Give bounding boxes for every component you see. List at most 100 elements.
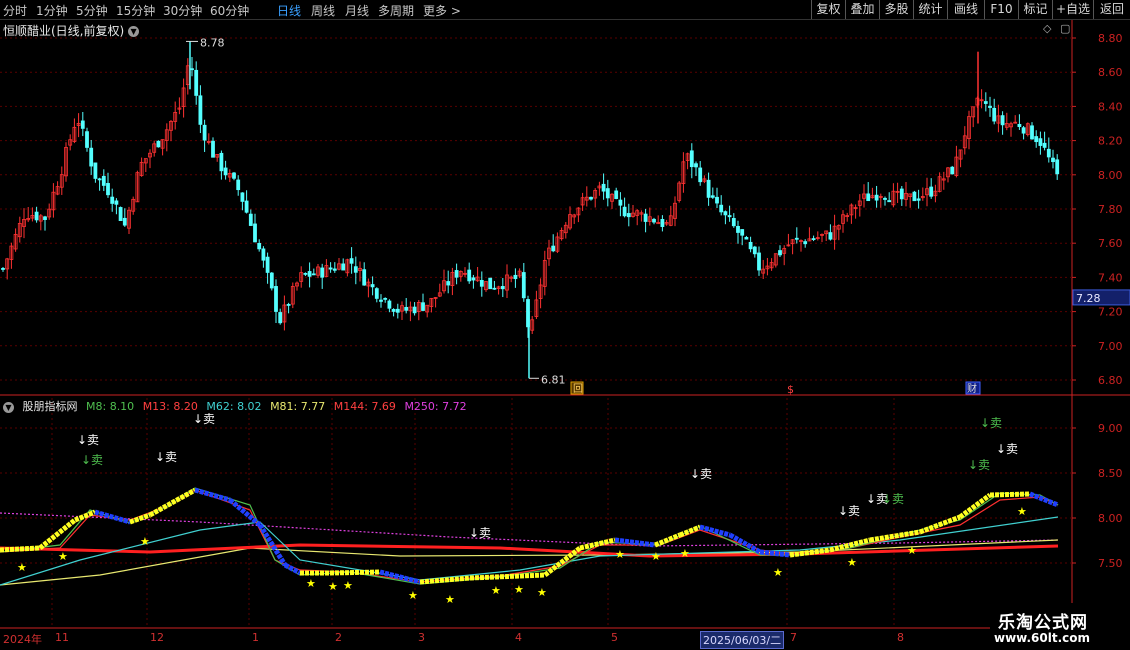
back-button[interactable]: 返回	[1093, 0, 1130, 19]
candle-body	[988, 105, 992, 108]
candle-body	[731, 218, 736, 227]
candle-body	[925, 188, 929, 196]
candle-body	[185, 65, 190, 86]
candle-body	[328, 267, 333, 270]
tab-60min[interactable]: 60分钟	[210, 2, 249, 19]
candle-body	[727, 215, 732, 218]
candle-body	[30, 215, 35, 219]
candle-body	[374, 288, 379, 299]
candle-body	[933, 190, 938, 197]
candle-body	[983, 101, 988, 104]
candle-body	[173, 111, 178, 122]
candle-body	[593, 190, 598, 199]
chevron-down-icon[interactable]: ▼	[3, 401, 14, 413]
star-icon: ★	[773, 566, 783, 579]
candle-body	[610, 193, 614, 202]
candle-body	[475, 276, 480, 282]
candle-body	[799, 240, 803, 242]
candle-body	[97, 178, 102, 181]
candle-body	[488, 277, 493, 290]
candle-body	[992, 107, 997, 122]
candle-body	[232, 172, 236, 179]
candle-body	[790, 239, 795, 245]
trend-segment	[654, 532, 681, 548]
legend-m250: M250: 7.72	[404, 400, 467, 413]
trend-segment	[283, 562, 302, 576]
star-icon: ★	[680, 547, 690, 560]
price-tick-label: 8.00	[1098, 169, 1123, 182]
date-label: 12	[150, 631, 164, 644]
trend-segment	[989, 491, 1031, 498]
fuquan-button[interactable]: 复权	[811, 0, 845, 19]
candle-body	[614, 190, 619, 199]
candle-body	[820, 233, 824, 236]
f10-button[interactable]: F10	[984, 0, 1018, 19]
legend-m62: M62: 8.02	[206, 400, 262, 413]
tab-fenshi[interactable]: 分时	[3, 2, 27, 19]
add-watchlist-button[interactable]: +自选	[1052, 0, 1093, 19]
candle-body	[916, 198, 921, 201]
candle-body	[517, 270, 522, 277]
tab-multi-period[interactable]: 多周期	[378, 2, 414, 19]
price-tick-label: 8.80	[1098, 32, 1123, 45]
candle-body	[101, 175, 106, 186]
candle-body	[484, 281, 488, 291]
candle-body	[496, 286, 501, 290]
candle-body	[702, 178, 707, 182]
candle-body	[811, 238, 816, 240]
candle-body	[1030, 125, 1034, 140]
tab-monthly[interactable]: 月线	[345, 2, 369, 19]
candle-body	[912, 191, 917, 202]
high-label: 8.78	[200, 36, 225, 49]
candle-body	[975, 97, 980, 106]
candle-body	[269, 272, 274, 289]
tab-weekly[interactable]: 周线	[311, 2, 335, 19]
tab-more[interactable]: 更多 >	[423, 2, 461, 19]
candle-body	[505, 274, 509, 291]
candle-body	[572, 214, 577, 218]
m62-line	[0, 516, 1059, 586]
biaoji-button[interactable]: 标记	[1018, 0, 1052, 19]
duogu-button[interactable]: 多股	[879, 0, 913, 19]
huaxian-button[interactable]: 画线	[947, 0, 984, 19]
candle-body	[383, 297, 388, 300]
trend-segment	[38, 518, 77, 550]
candle-body	[853, 207, 858, 209]
m13-line	[0, 489, 1059, 583]
candle-body	[295, 282, 299, 287]
sell-signal-label: ↓卖	[193, 412, 215, 426]
indicator-tick-label: 8.50	[1098, 467, 1123, 480]
tongji-button[interactable]: 统计	[913, 0, 947, 19]
candle-body	[349, 258, 354, 264]
trend-segment	[728, 532, 762, 555]
candle-body	[106, 183, 110, 196]
tab-1min[interactable]: 1分钟	[36, 2, 68, 19]
candle-body	[673, 202, 677, 219]
candle-body	[80, 120, 85, 129]
candle-body	[677, 182, 682, 201]
candle-body	[278, 312, 283, 324]
candle-body	[668, 215, 673, 226]
minimize-icon[interactable]: ▢	[1060, 22, 1070, 35]
legend-m81: M81: 7.77	[270, 400, 326, 413]
trend-segment	[469, 573, 521, 581]
stock-title: 恒顺醋业(日线,前复权)	[3, 24, 125, 38]
marker-s-icon: $	[787, 383, 794, 396]
diejia-button[interactable]: 叠加	[845, 0, 879, 19]
candle-body	[664, 222, 669, 225]
tab-daily[interactable]: 日线	[277, 2, 301, 19]
candle-body	[920, 196, 925, 199]
candle-body	[463, 272, 467, 275]
chevron-down-icon[interactable]: ▼	[128, 26, 140, 37]
tab-15min[interactable]: 15分钟	[116, 2, 155, 19]
tab-5min[interactable]: 5分钟	[76, 2, 108, 19]
candle-body	[1000, 115, 1005, 126]
tab-30min[interactable]: 30分钟	[163, 2, 202, 19]
trend-segment	[0, 545, 41, 553]
diamond-icon[interactable]: ◇	[1043, 22, 1051, 35]
candle-body	[723, 211, 728, 216]
candle-body	[206, 140, 211, 143]
star-icon: ★	[514, 583, 524, 596]
candle-body	[244, 200, 249, 213]
candle-body	[736, 225, 740, 233]
